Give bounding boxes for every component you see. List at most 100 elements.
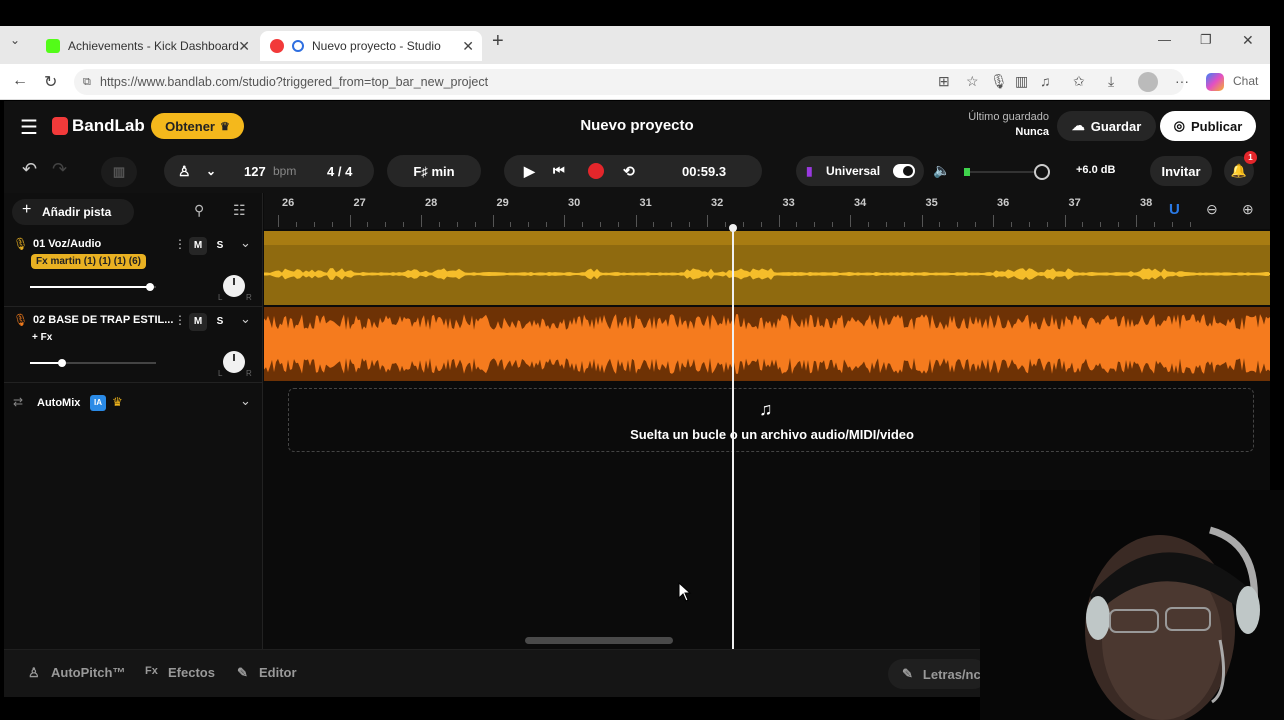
tempo-group: ♙ ⌄ 127 bpm 4 / 4 (164, 155, 374, 187)
pan-knob[interactable] (223, 351, 245, 373)
autopitch-icon: ♙ (28, 665, 40, 680)
skip-to-start-icon[interactable]: ⏮ (553, 163, 565, 179)
track-name[interactable]: 02 BASE DE TRAP ESTIL... (33, 314, 173, 326)
favorites-icon[interactable]: ✩ (1073, 73, 1085, 90)
reading-view-icon[interactable]: ▥ (1015, 73, 1028, 90)
minimize-icon[interactable]: — (1158, 32, 1171, 47)
mute-button[interactable]: M (189, 313, 207, 331)
metronome-icon[interactable]: ♙ (178, 163, 191, 180)
track-options-icon[interactable]: ⋮ (174, 237, 186, 251)
kick-favicon-icon (46, 39, 60, 53)
add-track-button[interactable]: + Añadir pista (12, 199, 134, 225)
key-selector[interactable]: F♯ min (387, 155, 481, 187)
track-header-1[interactable]: 🎙 01 Voz/Audio ⋮ M S ⌄ Fx martin (1) (1)… (4, 231, 263, 307)
restore-icon[interactable]: ❐ (1200, 32, 1212, 48)
undo-icon[interactable]: ↶ (22, 159, 37, 180)
tab-list-chevron-icon[interactable]: ⌄ (10, 33, 20, 47)
bpm-value[interactable]: 127 (244, 164, 266, 179)
close-window-icon[interactable]: ✕ (1242, 32, 1254, 49)
track-lane-2[interactable] (264, 307, 1270, 381)
tab-kick-dashboard[interactable]: Achievements - Kick Dashboard ✕ (36, 31, 258, 61)
track-settings-icon[interactable]: ☷ (233, 202, 246, 219)
bell-icon: 🔔 (1230, 163, 1248, 178)
audio-region-beat[interactable] (264, 307, 1270, 381)
pan-knob[interactable] (223, 275, 245, 297)
ruler-tick (617, 222, 619, 227)
track-lane-1[interactable] (264, 231, 1270, 305)
master-volume-slider[interactable] (964, 164, 1050, 180)
microphone-icon[interactable]: 🎙 (990, 73, 1008, 90)
copilot-icon[interactable] (1206, 73, 1224, 91)
chat-label[interactable]: Chat (1233, 74, 1258, 88)
invite-button[interactable]: Invitar (1150, 156, 1212, 186)
downloads-icon[interactable]: ⤓ (1108, 73, 1114, 90)
track-name[interactable]: 01 Voz/Audio (33, 238, 101, 250)
track-options-icon[interactable]: ⋮ (174, 313, 186, 327)
more-menu-icon[interactable]: ··· (1175, 73, 1189, 89)
ruler-bar-label: 38 (1140, 197, 1153, 209)
screen: ⌄ Achievements - Kick Dashboard ✕ Nuevo … (0, 0, 1284, 720)
back-icon[interactable]: ← (12, 72, 28, 90)
fx-preset-badge[interactable]: Fx martin (1) (1) (1) (6) (31, 254, 147, 269)
metronome-dropdown-icon[interactable]: ⌄ (206, 164, 216, 178)
track-volume-slider[interactable] (30, 283, 156, 291)
streamer-webcam-image (980, 490, 1284, 720)
mute-button[interactable]: M (189, 237, 207, 255)
solo-button[interactable]: S (211, 237, 229, 255)
extension-icon[interactable]: ♫ (1040, 73, 1051, 89)
audio-region-vocal[interactable] (264, 231, 1270, 305)
profile-avatar[interactable] (1138, 72, 1158, 92)
ruler-tick (331, 222, 333, 227)
automix-row[interactable]: ⇄ AutoMix IA ♛ ⌄ (4, 383, 263, 423)
time-signature[interactable]: 4 / 4 (327, 164, 352, 179)
mouse-cursor-icon (678, 582, 692, 602)
track-panel: + Añadir pista ⚲ ☷ 🎙 01 Voz/Audio ⋮ M S … (4, 193, 263, 697)
piano-keyboard-icon[interactable]: ▥ (101, 157, 137, 187)
save-button[interactable]: ☁ Guardar (1057, 111, 1156, 141)
close-tab-icon[interactable]: ✕ (462, 38, 474, 55)
recording-indicator-icon (292, 40, 304, 52)
horizontal-scrollbar[interactable] (525, 637, 673, 644)
expand-automix-icon[interactable]: ⌄ (240, 393, 251, 409)
ruler-tick (313, 222, 315, 227)
timeline-ruler[interactable]: U ⊖ ⊕ 26 27 28 29 30 31 32 33 34 35 36 37 38 (264, 193, 1270, 229)
track-volume-slider[interactable] (30, 359, 156, 367)
snap-magnet-icon[interactable]: U (1169, 201, 1180, 218)
solo-button[interactable]: S (211, 313, 229, 331)
publish-button[interactable]: ◎ Publicar (1160, 111, 1256, 141)
ruler-tick (1046, 222, 1048, 227)
volume-icon[interactable]: 🔈 (933, 162, 950, 179)
notifications-button[interactable]: 🔔 1 (1224, 151, 1257, 186)
zoom-out-icon[interactable]: ⊖ (1206, 201, 1218, 218)
redo-icon[interactable]: ↷ (52, 159, 67, 180)
close-tab-icon[interactable]: ✕ (238, 38, 250, 55)
add-fx-button[interactable]: + Fx (32, 332, 52, 343)
site-info-icon[interactable]: ⧉ (83, 69, 91, 95)
playhead[interactable] (729, 224, 737, 649)
zoom-in-icon[interactable]: ⊕ (1242, 201, 1254, 218)
track-header-2[interactable]: 🎙 02 BASE DE TRAP ESTIL... ⋮ M S ⌄ + Fx … (4, 307, 263, 383)
app-available-icon[interactable]: ⊞ (938, 73, 950, 90)
mic-icon: 🎙 (13, 313, 29, 327)
ruler-bar-label: 31 (639, 197, 652, 209)
tab-bandlab-studio[interactable]: Nuevo proyecto - Studio ✕ (260, 31, 482, 61)
master-volume-value: +6.0 dB (1076, 164, 1116, 176)
loop-icon[interactable]: ⟲ (623, 163, 635, 180)
record-icon[interactable] (588, 163, 604, 179)
lyrics-button[interactable]: ✎ Letras/nc (888, 659, 988, 689)
play-icon[interactable]: ▶ (524, 163, 535, 180)
bpm-unit: bpm (273, 164, 297, 178)
preset-toggle[interactable] (893, 164, 915, 178)
ruler-tick (993, 215, 994, 227)
autopitch-button[interactable]: AutoPitch™ (51, 665, 125, 680)
expand-track-icon[interactable]: ⌄ (240, 311, 251, 327)
favorite-star-icon[interactable]: ☆ (966, 73, 979, 90)
refresh-icon[interactable]: ↻ (44, 72, 57, 92)
preset-label[interactable]: Universal (826, 164, 880, 178)
tuner-icon[interactable]: ⚲ (194, 202, 204, 219)
expand-track-icon[interactable]: ⌄ (240, 235, 251, 251)
new-tab-icon[interactable]: + (492, 30, 504, 53)
editor-button[interactable]: Editor (259, 665, 297, 680)
drop-zone[interactable]: ♫ Suelta un bucle o un archivo audio/MID… (288, 388, 1254, 452)
effects-button[interactable]: Efectos (168, 665, 215, 680)
